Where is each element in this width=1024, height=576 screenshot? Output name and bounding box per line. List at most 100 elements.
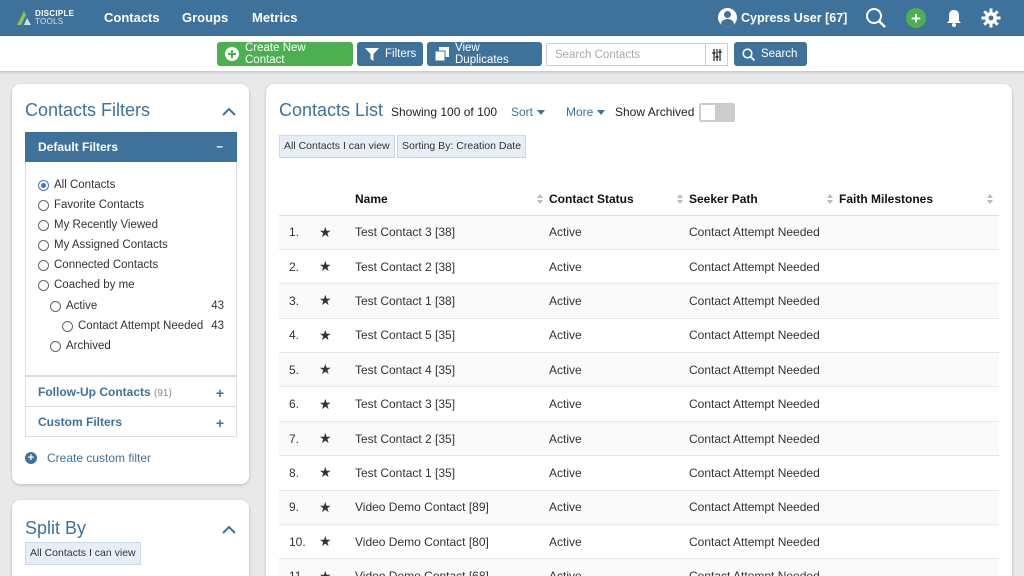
create-contact-button[interactable]: Create New Contact [217, 42, 353, 66]
table-row[interactable]: 1. ★ Test Contact 3 [38] Active Contact Atte… [279, 215, 999, 250]
sort-dropdown[interactable]: Sort [511, 105, 546, 119]
caret-down-icon [597, 109, 606, 115]
contacts-filters-title: Contacts Filters [25, 100, 151, 120]
disciple-tools-logo[interactable]: DISCIPLE TOOLS [15, 9, 74, 27]
star-icon[interactable]: ★ [319, 318, 355, 354]
contact-name-link[interactable]: Video Demo Contact [89] [355, 490, 549, 526]
show-archived-toggle[interactable] [699, 103, 735, 122]
table-row[interactable]: 4. ★ Test Contact 5 [35] Active Contact Atte… [279, 318, 999, 354]
faith-milestones [839, 421, 999, 457]
row-index: 6. [279, 386, 319, 422]
filter-contact-attempt-needed[interactable]: Contact Attempt Needed 43 [62, 320, 236, 332]
search-contacts-input[interactable] [546, 43, 706, 66]
filter-label: Favorite Contacts [54, 199, 145, 211]
star-icon[interactable]: ★ [319, 524, 355, 560]
contact-name-link[interactable]: Test Contact 2 [35] [355, 421, 549, 457]
split-by-chip[interactable]: All Contacts I can view [25, 542, 141, 565]
gear-icon[interactable] [980, 7, 1002, 29]
table-row[interactable]: 2. ★ Test Contact 2 [38] Active Contact Atte… [279, 249, 999, 285]
table-row[interactable]: 3. ★ Test Contact 1 [38] Active Contact Atte… [279, 283, 999, 319]
nav-groups[interactable]: Groups [182, 10, 228, 25]
contact-name-link[interactable]: Test Contact 1 [38] [355, 283, 549, 319]
star-icon[interactable]: ★ [319, 249, 355, 285]
radio-icon [50, 340, 61, 352]
follow-up-contacts-accordion[interactable]: Follow-Up Contacts (91) + [25, 376, 237, 407]
star-icon[interactable]: ★ [319, 421, 355, 457]
contact-name-link[interactable]: Test Contact 2 [38] [355, 249, 549, 285]
faith-milestones [839, 490, 999, 526]
star-icon[interactable]: ★ [319, 558, 355, 576]
more-dropdown[interactable]: More [566, 105, 606, 119]
filter-connected-contacts[interactable]: Connected Contacts [38, 259, 158, 271]
contact-status: Active [549, 318, 689, 354]
default-filters-header[interactable]: Default Filters – [25, 132, 237, 162]
seeker-path: Contact Attempt Needed [689, 318, 839, 354]
seeker-path-column-header[interactable]: Seeker Path [689, 183, 839, 216]
chevron-up-icon[interactable] [222, 105, 236, 119]
logo-text: DISCIPLE TOOLS [35, 10, 74, 26]
custom-filters-accordion[interactable]: Custom Filters + [25, 406, 237, 437]
filter-count: 43 [211, 300, 224, 312]
table-row[interactable]: 6. ★ Test Contact 3 [35] Active Contact Atte… [279, 386, 999, 422]
user-menu[interactable]: Cypress User [67] [718, 8, 847, 27]
star-icon[interactable]: ★ [319, 490, 355, 526]
row-index: 3. [279, 283, 319, 319]
table-row[interactable]: 11.★Video Demo Contact [68]ActiveContact… [279, 558, 999, 576]
expand-plus-icon: + [215, 415, 224, 431]
radio-icon [38, 259, 49, 271]
advanced-search-icon[interactable] [705, 43, 728, 66]
filter-label: Coached by me [54, 279, 135, 291]
contacts-table: Name Contact Status Seeker Path Faith Mi… [279, 183, 999, 576]
row-index: 10. [279, 524, 319, 560]
view-duplicates-label: View Duplicates [455, 42, 509, 66]
contact-name-link[interactable]: Test Contact 5 [35] [355, 318, 549, 354]
filter-assigned-contacts[interactable]: My Assigned Contacts [38, 239, 168, 251]
radio-icon [38, 239, 49, 251]
status-column-header[interactable]: Contact Status [549, 183, 689, 216]
create-custom-filter-link[interactable]: + Create custom filter [25, 451, 151, 465]
contact-name-link[interactable]: Video Demo Contact [80] [355, 524, 549, 560]
row-index: 2. [279, 249, 319, 285]
add-new-icon[interactable]: + [906, 8, 926, 28]
contact-name-link[interactable]: Video Demo Contact [68] [355, 558, 549, 576]
table-row[interactable]: 5. ★ Test Contact 4 [35] Active Contact Atte… [279, 352, 999, 388]
contact-name-link[interactable]: Test Contact 3 [35] [355, 386, 549, 422]
bell-icon[interactable] [943, 7, 965, 29]
sort-icon [987, 194, 993, 205]
filter-label: My Assigned Contacts [54, 239, 168, 251]
filter-recently-viewed[interactable]: My Recently Viewed [38, 219, 158, 231]
chevron-up-icon[interactable] [222, 523, 236, 537]
filters-button[interactable]: Filters [357, 42, 423, 66]
sort-chip[interactable]: Sorting By: Creation Date [397, 135, 527, 158]
table-row[interactable]: 10. ★ Video Demo Contact [80] Active Contact… [279, 524, 999, 560]
filter-active[interactable]: Active 43 [50, 300, 236, 312]
contact-name-link[interactable]: Test Contact 1 [35] [355, 455, 549, 491]
filter-all-contacts[interactable]: All Contacts [38, 179, 115, 191]
user-name: Cypress User [67] [741, 10, 848, 25]
table-row[interactable]: 9. ★ Video Demo Contact [89] Active Contact … [279, 490, 999, 526]
name-column-header[interactable]: Name [355, 183, 549, 216]
filter-archived[interactable]: Archived [50, 340, 111, 352]
star-icon[interactable]: ★ [319, 283, 355, 319]
star-icon[interactable]: ★ [319, 215, 355, 250]
filter-favorite-contacts[interactable]: Favorite Contacts [38, 199, 144, 211]
star-icon[interactable]: ★ [319, 386, 355, 422]
contact-status: Active [549, 421, 689, 457]
filter-coached-by-me[interactable]: Coached by me [38, 279, 135, 291]
search-button[interactable]: Search [734, 42, 807, 66]
table-row[interactable]: 7. ★ Test Contact 2 [35] Active Contact Atte… [279, 421, 999, 457]
faith-milestones-column-header[interactable]: Faith Milestones [839, 183, 999, 216]
filter-label: Contact Attempt Needed [78, 320, 204, 332]
nav-metrics[interactable]: Metrics [252, 10, 298, 25]
faith-milestones [839, 215, 999, 250]
contact-name-link[interactable]: Test Contact 3 [38] [355, 215, 549, 250]
seeker-path: Contact Attempt Needed [689, 386, 839, 422]
table-row[interactable]: 8. ★ Test Contact 1 [35] Active Contact Atte… [279, 455, 999, 491]
star-icon[interactable]: ★ [319, 455, 355, 491]
star-icon[interactable]: ★ [319, 352, 355, 388]
filter-chip[interactable]: All Contacts I can view [279, 135, 395, 158]
nav-contacts[interactable]: Contacts [104, 10, 160, 25]
search-icon[interactable] [865, 7, 887, 29]
view-duplicates-button[interactable]: View Duplicates [427, 42, 542, 66]
contact-name-link[interactable]: Test Contact 4 [35] [355, 352, 549, 388]
